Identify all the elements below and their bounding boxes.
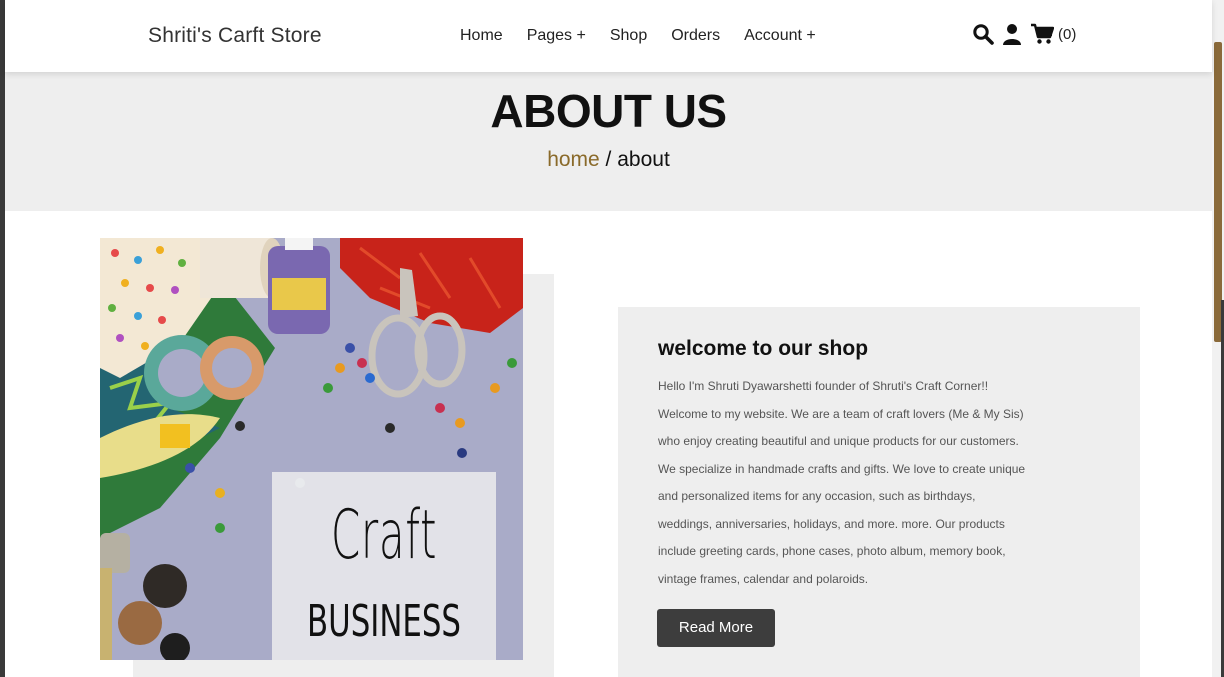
site-header: Shriti's Carft Store Home Pages + Shop O…	[5, 0, 1212, 72]
page-title: ABOUT US	[490, 85, 727, 137]
breadcrumb-separator: /	[599, 148, 618, 171]
sign-text-business: BUSINESS	[307, 596, 461, 647]
nav-account[interactable]: Account +	[744, 27, 816, 45]
user-icon[interactable]	[1002, 23, 1022, 45]
nav-home[interactable]: Home	[460, 27, 503, 45]
page-hero: ABOUT US home / about	[5, 72, 1212, 211]
nav-pages[interactable]: Pages +	[527, 27, 586, 45]
read-more-button[interactable]: Read More	[657, 609, 775, 647]
header-icons: (0)	[972, 23, 1076, 45]
main-nav: Home Pages + Shop Orders Account +	[460, 27, 816, 45]
about-heading: welcome to our shop	[658, 337, 869, 360]
about-text: Hello I'm Shruti Dyawarshetti founder of…	[658, 379, 1026, 586]
breadcrumb-current: about	[617, 148, 670, 171]
about-card: welcome to our shop Hello I'm Shruti Dya…	[618, 307, 1140, 677]
cart-icon[interactable]	[1030, 23, 1054, 45]
craft-business-sign: Craft BUSINESS	[272, 472, 496, 660]
craft-supplies-image: Craft BUSINESS	[100, 238, 523, 660]
scrollbar-thumb[interactable]	[1214, 42, 1222, 342]
brand-name[interactable]: Shriti's Carft Store	[148, 24, 322, 48]
sign-text-craft: Craft	[330, 496, 438, 575]
breadcrumb: home / about	[5, 148, 1212, 172]
search-icon[interactable]	[972, 23, 994, 45]
nav-orders[interactable]: Orders	[671, 27, 720, 45]
nav-shop[interactable]: Shop	[610, 27, 647, 45]
breadcrumb-home-link[interactable]: home	[547, 148, 600, 171]
cart-count[interactable]: (0)	[1058, 26, 1076, 43]
